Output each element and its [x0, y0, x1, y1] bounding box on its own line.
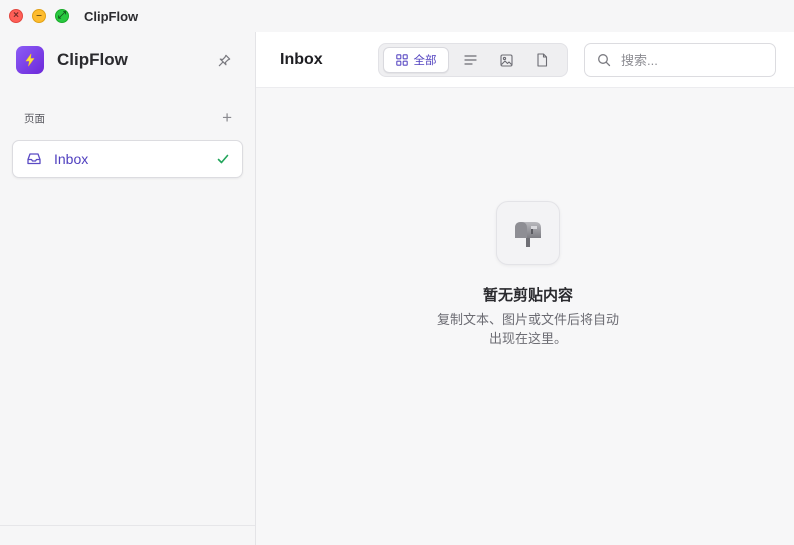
- zoom-window-button[interactable]: ⤢: [55, 9, 69, 23]
- pages-section-header: 页面 +: [24, 109, 232, 126]
- zoom-icon: ⤢: [58, 10, 66, 21]
- lightning-icon: [16, 46, 44, 74]
- search-field[interactable]: [584, 43, 776, 77]
- main-header: Inbox 全部: [256, 32, 794, 88]
- sidebar-item-inbox[interactable]: Inbox: [12, 140, 243, 178]
- filter-all-label: 全部: [413, 55, 437, 67]
- empty-state-description: 复制文本、图片或文件后将自动 出现在这里。: [256, 310, 794, 348]
- close-icon: ×: [13, 10, 19, 21]
- type-filter-group: 全部: [378, 43, 568, 77]
- minimize-window-button[interactable]: –: [32, 9, 46, 23]
- text-lines-icon: [463, 55, 477, 65]
- close-window-button[interactable]: ×: [9, 9, 23, 23]
- window-controls: × – ⤢: [9, 9, 69, 23]
- sidebar-item-label: Inbox: [54, 151, 89, 167]
- search-input[interactable]: [621, 52, 761, 68]
- section-title: 页面: [24, 112, 45, 125]
- inbox-icon: [26, 151, 42, 167]
- filter-file-button[interactable]: [527, 47, 557, 73]
- empty-state-description-line-2: 出现在这里。: [488, 331, 567, 346]
- page-title: Inbox: [280, 51, 323, 68]
- mailbox-icon: [515, 222, 541, 247]
- filter-text-button[interactable]: [455, 47, 485, 73]
- empty-state-title: 暂无剪贴内容: [482, 287, 573, 304]
- search-icon: [597, 53, 611, 67]
- minimize-icon: –: [36, 10, 42, 21]
- pin-button[interactable]: [214, 50, 234, 70]
- brand: ClipFlow: [16, 46, 128, 74]
- main-content: Inbox 全部 搜索... 暂无剪贴内容 复制文本、图片或文件后将自动 出现在…: [256, 32, 794, 545]
- filter-image-button[interactable]: [491, 47, 521, 73]
- empty-state-description-line-1: 复制文本、图片或文件后将自动: [436, 312, 619, 327]
- window-title: ClipFlow: [84, 8, 139, 24]
- title-bar: × – ⤢ ClipFlow: [0, 0, 794, 32]
- check-icon: [216, 152, 230, 166]
- sidebar: ClipFlow 页面 + Inbox: [0, 32, 256, 545]
- brand-name: ClipFlow: [57, 50, 128, 69]
- grid-icon: [395, 54, 408, 66]
- filter-all-button[interactable]: 全部: [383, 47, 449, 73]
- add-page-button[interactable]: +: [222, 109, 232, 126]
- sidebar-footer-divider: [0, 525, 255, 526]
- empty-state-icon-box: [496, 201, 560, 265]
- file-icon: [537, 53, 548, 67]
- pin-icon: [218, 54, 230, 66]
- image-icon: [499, 53, 513, 67]
